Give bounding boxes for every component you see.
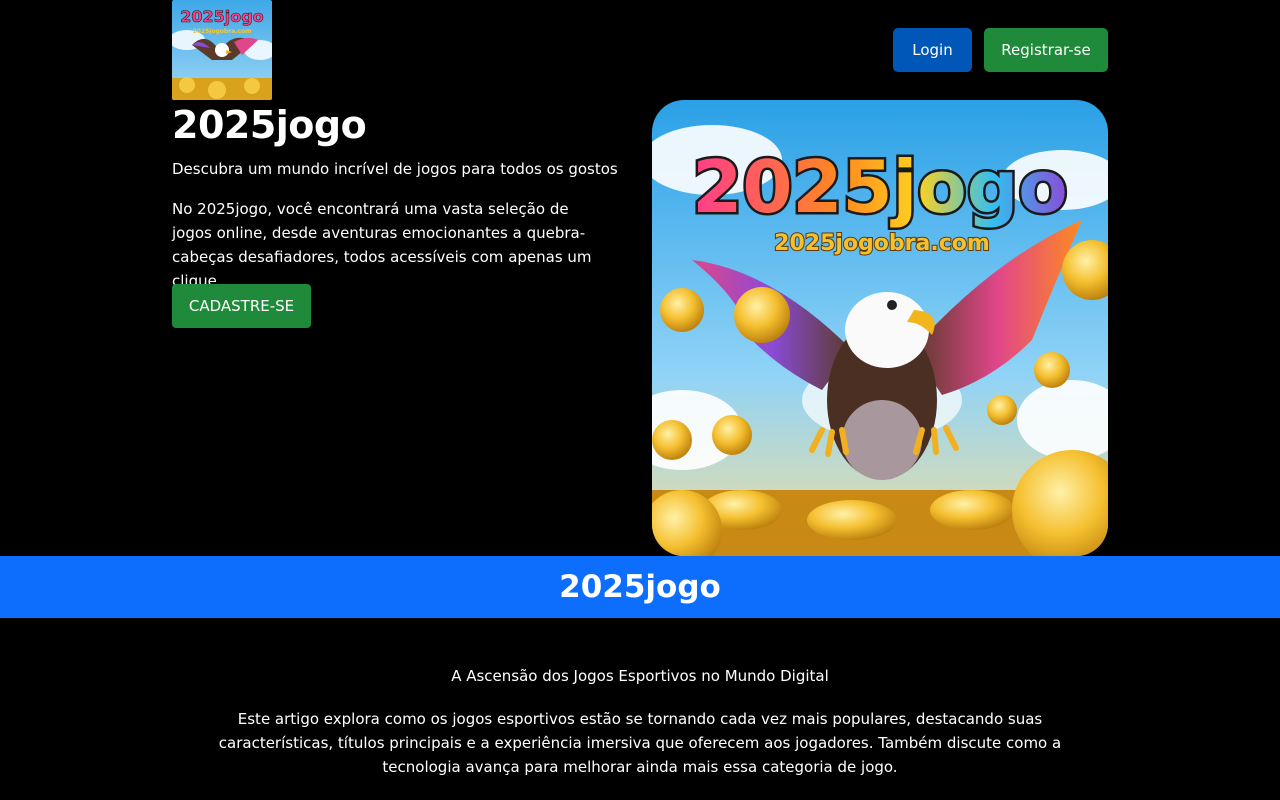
register-button[interactable]: Registrar-se (984, 28, 1108, 72)
cadastre-button[interactable]: CADASTRE-SE (172, 284, 311, 328)
page: 2025jogo 2025jogobra.com Login Registrar… (0, 0, 1280, 800)
band-title: 2025jogo (559, 569, 721, 605)
banner-brand-text: 2025jogo (692, 145, 1068, 229)
article-body: Este artigo explora como os jogos esport… (218, 710, 1062, 776)
login-button[interactable]: Login (893, 28, 972, 72)
logo-brand-text: 2025jogo (180, 7, 263, 26)
site-logo[interactable]: 2025jogo 2025jogobra.com (172, 0, 272, 100)
hero-title: 2025jogo (172, 103, 367, 147)
title-band: 2025jogo (0, 556, 1280, 618)
logo-domain-text: 2025jogobra.com (193, 28, 252, 35)
hero-banner-image: 2025jogo 2025jogobra.com (652, 100, 1108, 556)
banner-domain-text: 2025jogobra.com (774, 231, 990, 256)
article-title: A Ascensão dos Jogos Esportivos no Mundo… (451, 667, 829, 685)
hero-description: No 2025jogo, você encontrará uma vasta s… (172, 200, 592, 290)
hero-subtitle: Descubra um mundo incrível de jogos para… (172, 160, 618, 178)
